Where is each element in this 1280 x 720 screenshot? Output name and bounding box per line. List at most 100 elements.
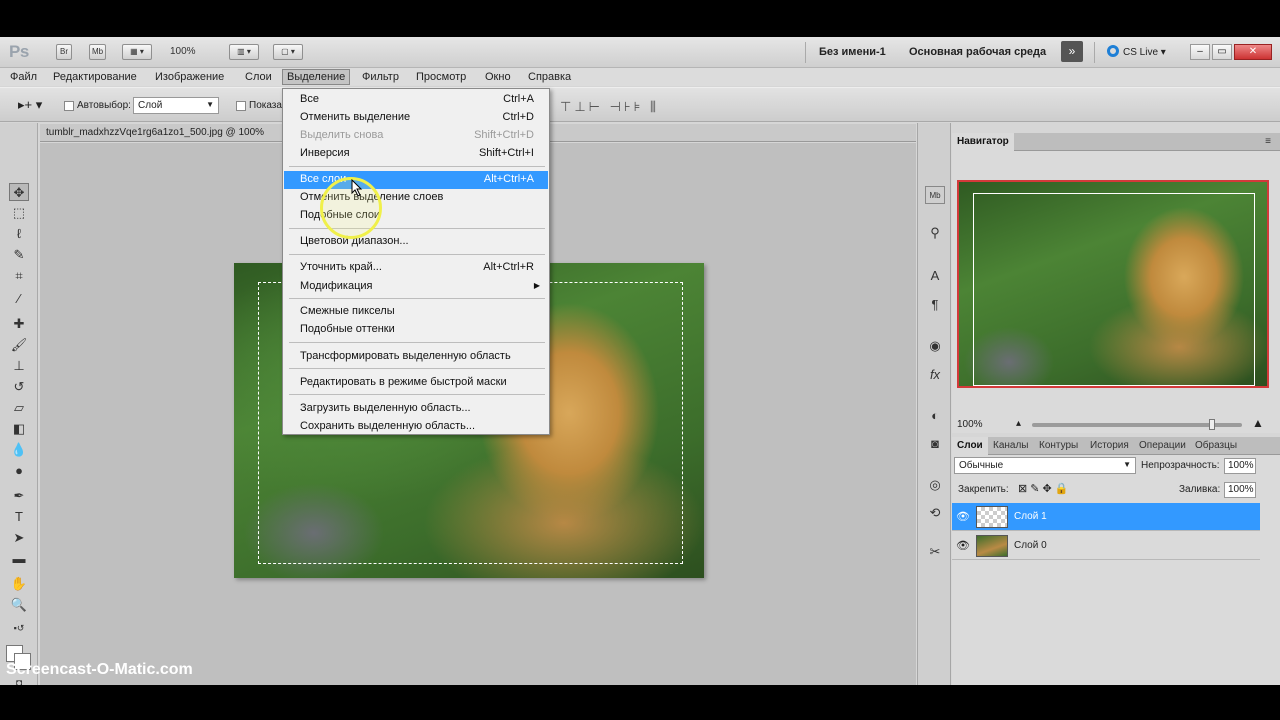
layers-tabs: Слои Каналы Контуры История Операции Обр…: [952, 437, 1280, 455]
zoom-in-icon[interactable]: ▲: [1252, 416, 1264, 430]
clone-source-panel-icon[interactable]: ⚲: [925, 224, 945, 242]
view-extras-button[interactable]: ▦ ▾: [122, 44, 152, 60]
tab-paths[interactable]: Контуры: [1034, 437, 1083, 455]
panel-dock-strip: Mb ⚲ A ¶ ◉ fx ◐ ◙ ◎ ⟲ ✂: [917, 123, 951, 685]
menu-layer[interactable]: Слои: [245, 71, 272, 83]
tab-actions[interactable]: Операции: [1134, 437, 1191, 455]
eye-icon[interactable]: 👁: [956, 539, 970, 552]
masks-panel-icon[interactable]: ◙: [925, 435, 945, 453]
shape-tool-icon[interactable]: ▬: [9, 550, 29, 568]
menu-item-all[interactable]: Все Ctrl+A: [284, 91, 548, 109]
tab-layers[interactable]: Слои: [952, 437, 988, 455]
history-brush-tool-icon[interactable]: ↺: [9, 378, 29, 396]
layer-row[interactable]: 👁 Слой 1: [952, 503, 1260, 531]
menu-separator: [289, 394, 545, 395]
menu-image[interactable]: Изображение: [155, 71, 224, 83]
minimize-button[interactable]: –: [1190, 44, 1210, 60]
menu-item-color-range[interactable]: Цветовой диапазон...: [284, 233, 548, 251]
menu-item-load-selection[interactable]: Загрузить выделенную область...: [284, 400, 548, 418]
pen-tool-icon[interactable]: ✒: [9, 487, 29, 505]
arrange-documents-button[interactable]: ▥ ▾: [229, 44, 259, 60]
workspace-switcher[interactable]: Основная рабочая среда: [909, 46, 1046, 58]
show-transform-checkbox[interactable]: [236, 101, 246, 111]
navigator-thumbnail[interactable]: [957, 180, 1269, 388]
swap-colors-icon[interactable]: ▪↺: [9, 619, 29, 637]
zoom-out-icon[interactable]: ▴: [1016, 418, 1021, 429]
maximize-button[interactable]: ▭: [1212, 44, 1232, 60]
3d-tools-icon[interactable]: ⟲: [925, 504, 945, 522]
opacity-field[interactable]: 100%: [1224, 458, 1256, 474]
3d-panel-icon[interactable]: ◎: [925, 476, 945, 494]
blend-mode-dropdown[interactable]: Обычные ▼: [954, 457, 1136, 474]
healing-brush-tool-icon[interactable]: ✚: [9, 315, 29, 333]
brush-tool-icon[interactable]: 🖌: [9, 336, 29, 354]
menu-filter[interactable]: Фильтр: [362, 71, 399, 83]
zoom-level[interactable]: 100%: [170, 46, 196, 57]
zoom-slider-handle[interactable]: [1209, 419, 1215, 430]
menu-window[interactable]: Окно: [485, 71, 511, 83]
screen-mode-button[interactable]: ▢ ▾: [273, 44, 303, 60]
zoom-tool-icon[interactable]: 🔍: [9, 596, 29, 614]
character-panel-icon[interactable]: A: [925, 267, 945, 285]
gradient-tool-icon[interactable]: ◧: [9, 420, 29, 438]
menu-item-similar[interactable]: Подобные оттенки: [284, 321, 548, 339]
fill-field[interactable]: 100%: [1224, 482, 1256, 498]
menu-help[interactable]: Справка: [528, 71, 571, 83]
swatches-panel-icon[interactable]: ◉: [925, 337, 945, 355]
crop-tool-icon[interactable]: ⌗: [9, 267, 29, 285]
move-tool-icon[interactable]: ✥: [9, 183, 29, 201]
menu-item-refine-edge[interactable]: Уточнить край... Alt+Ctrl+R: [284, 259, 548, 277]
menu-item-transform-selection[interactable]: Трансформировать выделенную область: [284, 348, 548, 366]
cs-live-menu[interactable]: CS Live ▾: [1107, 45, 1166, 58]
menu-item-quick-mask[interactable]: Редактировать в режиме быстрой маски: [284, 374, 548, 392]
autoselect-dropdown[interactable]: Слой ▼: [133, 97, 219, 114]
paragraph-panel-icon[interactable]: ¶: [925, 296, 945, 314]
marquee-tool-icon[interactable]: ⬚: [9, 204, 29, 222]
blur-tool-icon[interactable]: 💧: [9, 441, 29, 459]
eyedropper-tool-icon[interactable]: ⁄: [9, 290, 29, 308]
type-tool-icon[interactable]: T: [9, 508, 29, 526]
eye-icon[interactable]: 👁: [956, 510, 970, 523]
path-selection-tool-icon[interactable]: ➤: [9, 529, 29, 547]
close-button[interactable]: ✕: [1234, 44, 1272, 60]
menu-view[interactable]: Просмотр: [416, 71, 466, 83]
tools-panel: ✥ ⬚ ℓ ✎ ⌗ ⁄ ✚ 🖌 ⊥ ↺ ▱ ◧ 💧 ● ✒ T ➤ ▬ ✋ 🔍 …: [0, 123, 38, 685]
tab-navigator[interactable]: Навигатор: [952, 133, 1014, 151]
dodge-tool-icon[interactable]: ●: [9, 462, 29, 480]
lock-icons[interactable]: ⊠ ✎ ✥ 🔒: [1018, 482, 1069, 495]
menu-item-all-layers[interactable]: Все слои Alt+Ctrl+A: [284, 171, 548, 189]
tab-channels[interactable]: Каналы: [988, 437, 1034, 455]
more-workspaces-icon[interactable]: »: [1061, 41, 1083, 62]
styles-panel-icon[interactable]: fx: [925, 366, 945, 384]
panel-menu-icon[interactable]: ≡: [1260, 133, 1276, 151]
navigator-zoom-slider[interactable]: [1032, 419, 1242, 430]
move-tool-preset-icon[interactable]: ▸+ ▾: [18, 97, 42, 113]
menu-item-inverse[interactable]: Инверсия Shift+Ctrl+I: [284, 145, 548, 163]
tool-presets-icon[interactable]: ✂: [925, 543, 945, 561]
adjustments-panel-icon[interactable]: ◐: [925, 407, 945, 425]
align-distribute-icons[interactable]: ⊤⊥⊢ ⊣⊦⊧ ⫼: [560, 99, 659, 115]
bridge-button[interactable]: Br: [56, 44, 72, 60]
clone-stamp-tool-icon[interactable]: ⊥: [9, 357, 29, 375]
menu-edit[interactable]: Редактирование: [53, 71, 137, 83]
eraser-tool-icon[interactable]: ▱: [9, 399, 29, 417]
ps-logo: Ps: [9, 42, 29, 61]
navigator-zoom[interactable]: 100%: [957, 419, 983, 430]
menu-item-grow[interactable]: Смежные пикселы: [284, 303, 548, 321]
quick-select-tool-icon[interactable]: ✎: [9, 246, 29, 264]
cs-live-icon: [1107, 45, 1119, 57]
autoselect-checkbox[interactable]: [64, 101, 74, 111]
layer-row[interactable]: 👁 Слой 0: [952, 532, 1260, 560]
menu-item-save-selection[interactable]: Сохранить выделенную область...: [284, 418, 548, 436]
menu-item-modify[interactable]: Модификация ▶: [284, 278, 548, 296]
mini-bridge-panel-icon[interactable]: Mb: [925, 186, 945, 204]
tab-history[interactable]: История: [1085, 437, 1134, 455]
menu-item-deselect[interactable]: Отменить выделение Ctrl+D: [284, 109, 548, 127]
mini-bridge-button[interactable]: Mb: [89, 44, 106, 60]
lasso-tool-icon[interactable]: ℓ: [9, 225, 29, 243]
tab-swatches[interactable]: Образцы: [1190, 437, 1242, 455]
menu-select[interactable]: Выделение: [282, 69, 351, 85]
menu-file[interactable]: Файл: [10, 71, 37, 83]
navigator-view-box[interactable]: [973, 193, 1255, 386]
hand-tool-icon[interactable]: ✋: [9, 575, 29, 593]
